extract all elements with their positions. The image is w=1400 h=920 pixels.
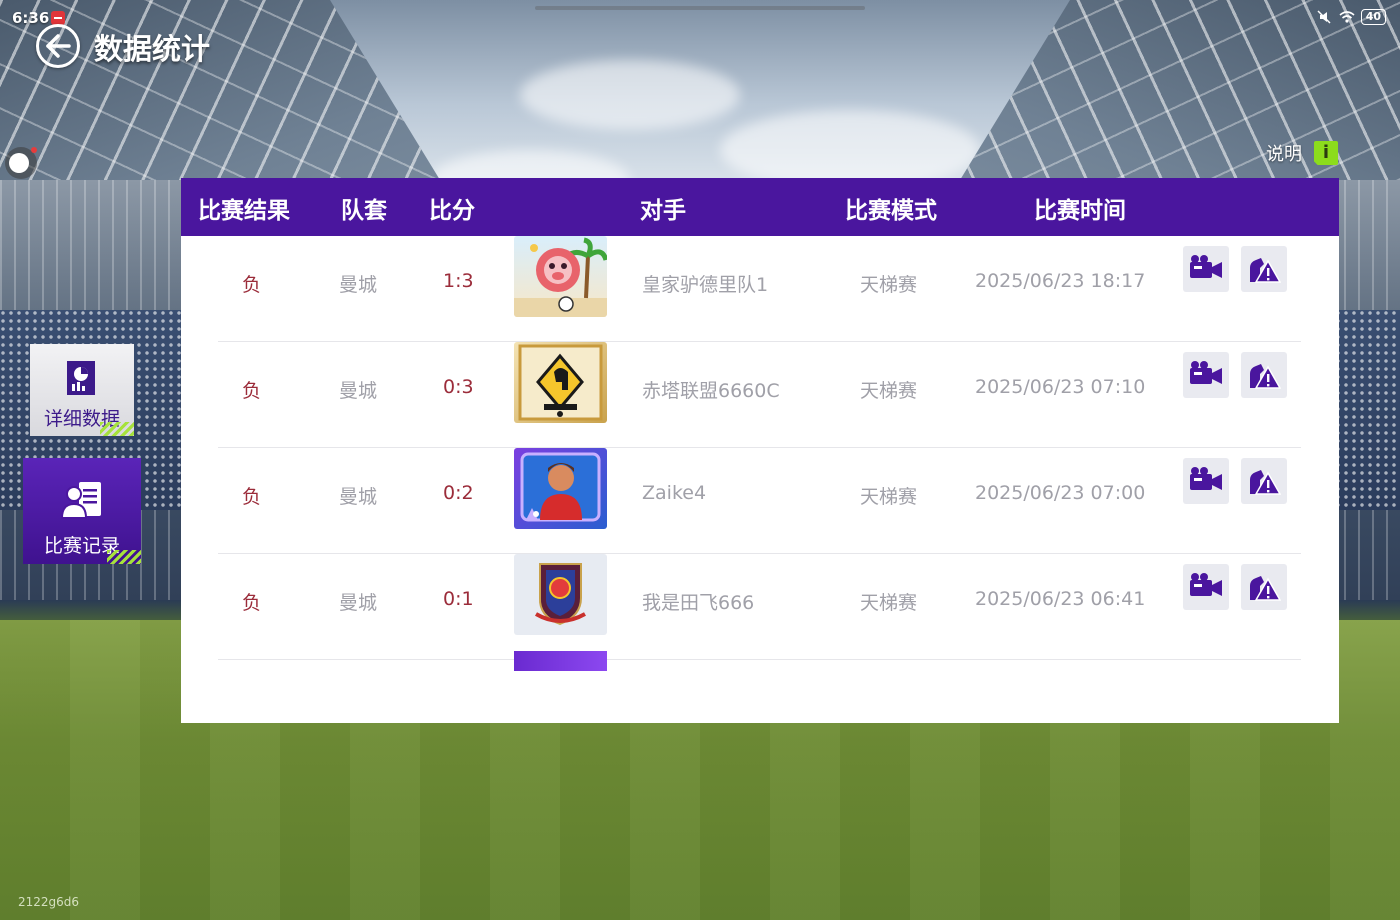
mode-cell: 天梯赛 [860,592,918,614]
back-button[interactable] [36,24,80,68]
column-header-mode: 比赛模式 [845,198,937,224]
report-player-button[interactable] [1241,246,1287,292]
table-header: 比赛结果 队套 比分 对手 比赛模式 比赛时间 [181,178,1339,236]
mode-cell: 天梯赛 [860,380,918,402]
kit-cell: 曼城 [339,274,378,296]
tab-match-record[interactable]: 比赛记录 [23,458,141,564]
table-row[interactable]: 负 曼城 0:2 Zaike4 天梯赛 2025/06/23 07:00 [181,448,1339,554]
column-header-kit: 队套 [341,198,387,224]
score-cell: 0:3 [443,376,474,398]
battery-icon: 40 [1360,9,1386,25]
time-cell: 2025/06/23 18:17 [975,270,1146,292]
report-player-button[interactable] [1241,458,1287,504]
report-hand-warning-icon [1250,576,1281,601]
kit-cell: 曼城 [339,380,378,402]
report-hand-warning-icon [1250,470,1281,495]
help-button[interactable]: 说明 i [1266,140,1338,166]
tab-stripe [107,550,141,564]
chart-report-icon [65,360,99,402]
page-title: 数据统计 [94,32,211,66]
opponent-name-cell: 赤塔联盟6660C [642,380,780,402]
kit-cell: 曼城 [339,592,378,614]
column-header-result: 比赛结果 [198,198,290,224]
beach-pig-badge[interactable] [514,236,607,317]
opponent-badge-partial[interactable] [514,651,607,671]
info-icon[interactable]: i [1314,141,1338,165]
time-cell: 2025/06/23 07:10 [975,376,1146,398]
row-divider [218,659,1301,660]
crowd-right [1335,310,1400,510]
build-id: 2122g6d6 [18,895,80,909]
back-arrow-icon [46,34,71,58]
report-hand-warning-icon [1250,364,1281,389]
mode-cell: 天梯赛 [860,274,918,296]
time-cell: 2025/06/23 07:00 [975,482,1146,504]
opponent-name-cell: Zaike4 [642,482,707,504]
replay-video-button[interactable] [1183,458,1229,504]
column-header-score: 比分 [429,198,475,224]
result-cell: 负 [242,380,262,402]
notification-icon [51,11,65,25]
status-time: 6:36 [12,9,50,27]
score-cell: 0:1 [443,588,474,610]
report-player-button[interactable] [1241,564,1287,610]
mute-icon [1317,10,1331,24]
report-hand-warning-icon [1250,258,1281,283]
video-camera-icon [1190,573,1222,596]
replay-video-button[interactable] [1183,352,1229,398]
video-camera-icon [1190,255,1222,278]
clipboard-person-icon [60,480,103,524]
status-icons: 40 [1317,9,1386,25]
score-cell: 0:2 [443,482,474,504]
cloud [520,60,740,130]
table-row[interactable]: 负 曼城 0:3 赤塔联盟6660C 天梯赛 2025/06/23 07:10 [181,342,1339,448]
video-camera-icon [1190,467,1222,490]
wifi-icon [1339,10,1355,24]
match-record-table: 比赛结果 队套 比分 对手 比赛模式 比赛时间 负 曼城 1:3 皇家驴德里队1 [181,178,1339,723]
column-header-opponent: 对手 [640,198,686,224]
replay-video-button[interactable] [1183,246,1229,292]
help-label: 说明 [1266,144,1302,165]
video-camera-icon [1190,361,1222,384]
column-header-time: 比赛时间 [1034,198,1126,224]
player-portrait-badge[interactable] [514,448,607,529]
score-cell: 1:3 [443,270,474,292]
table-row[interactable]: 负 曼城 1:3 皇家驴德里队1 天梯赛 2025/06/23 18:17 [181,236,1339,342]
floating-assistive-button[interactable] [5,147,37,179]
tab-detail-data[interactable]: 详细数据 [30,344,134,436]
time-cell: 2025/06/23 06:41 [975,588,1146,610]
spartan-helmet-badge[interactable] [514,342,607,423]
report-player-button[interactable] [1241,352,1287,398]
result-cell: 负 [242,274,262,296]
opponent-name-cell: 我是田飞666 [642,592,755,614]
kit-cell: 曼城 [339,486,378,508]
tab-stripe [100,422,134,436]
replay-video-button[interactable] [1183,564,1229,610]
table-row[interactable]: 负 曼城 0:1 我是田飞666 天梯赛 2025/06/23 06:41 [181,554,1339,660]
result-cell: 负 [242,486,262,508]
club-crest-badge[interactable] [514,554,607,635]
result-cell: 负 [242,592,262,614]
opponent-name-cell: 皇家驴德里队1 [642,274,769,296]
mode-cell: 天梯赛 [860,486,918,508]
